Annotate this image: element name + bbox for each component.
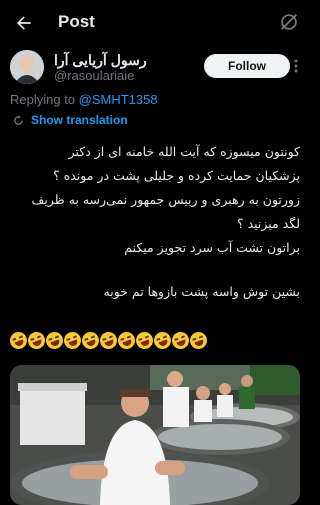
- rofl-emoji-icon: [169, 329, 192, 352]
- show-translation-button[interactable]: Show translation: [12, 113, 128, 127]
- emoji-mouth: [176, 339, 187, 348]
- tweet-text: کونتون میسوزه که آیت الله خامنه ای از دک…: [10, 140, 300, 304]
- replying-to: Replying to @SMHT1358: [10, 92, 158, 107]
- rofl-emoji-icon: [133, 329, 156, 352]
- translate-icon: [14, 114, 23, 125]
- author-name[interactable]: رسول آریایی آرا: [54, 52, 147, 69]
- emoji-mouth: [158, 339, 169, 348]
- avatar[interactable]: [10, 50, 44, 84]
- emoji-mouth: [194, 339, 205, 348]
- reply-mention-link[interactable]: @SMHT1358: [79, 92, 158, 107]
- tweet-line: بشین توش واسه پشت بازوها تم خوبه: [103, 284, 300, 299]
- emoji-mouth: [86, 339, 97, 348]
- rofl-emoji-icon: [151, 329, 174, 352]
- tweet-line: زورتون به رهبری و رییس جمهور نمی‌رسه به …: [31, 192, 300, 207]
- emoji-mouth: [122, 339, 133, 348]
- author-handle[interactable]: @rasoulariaie: [54, 68, 134, 83]
- tweet-line: کونتون میسوزه که آیت الله خامنه ای از دک…: [68, 144, 300, 159]
- replying-to-label: Replying to: [10, 92, 79, 107]
- page-title: Post: [58, 12, 95, 31]
- tweet-image[interactable]: [10, 365, 300, 505]
- photo-men-in-ice-baths: [10, 365, 300, 505]
- follow-button[interactable]: Follow: [204, 54, 290, 78]
- emoji-mouth: [68, 339, 79, 348]
- emoji-mouth: [140, 339, 151, 348]
- rofl-emoji-icon: [97, 329, 120, 352]
- show-translation-label: Show translation: [31, 113, 128, 127]
- arrow-left-icon: [17, 16, 31, 30]
- grok-icon: [281, 14, 297, 30]
- rofl-emoji-icon: [79, 329, 102, 352]
- rofl-emoji-icon: [7, 329, 30, 352]
- grok-button[interactable]: [278, 11, 300, 33]
- rofl-emoji-icon: [25, 329, 48, 352]
- more-options-button[interactable]: [290, 58, 302, 74]
- back-button[interactable]: [12, 11, 36, 35]
- avatar-image: [10, 50, 44, 84]
- rofl-emoji-icon: [61, 329, 84, 352]
- tweet-line: براتون تشت آب سرد تجویز میکنم: [124, 240, 300, 255]
- tweet-line: پزشکیان حمایت کرده و جلیلی پشت در مونده …: [53, 168, 300, 183]
- tweet-author-row: رسول آریایی آرا @rasoulariaie Follow: [10, 50, 300, 90]
- rofl-emoji-icon: [43, 329, 66, 352]
- rofl-emoji-icon: [187, 329, 210, 352]
- emoji-mouth: [50, 339, 61, 348]
- emoji-mouth: [32, 339, 43, 348]
- rofl-emoji-icon: [115, 329, 138, 352]
- tweet-line: لگد میزنید ؟: [236, 216, 300, 231]
- emoji-row: [7, 329, 300, 352]
- more-vertical-icon: [294, 59, 298, 73]
- emoji-mouth: [14, 339, 25, 348]
- emoji-mouth: [104, 339, 115, 348]
- top-bar: Post: [0, 0, 310, 46]
